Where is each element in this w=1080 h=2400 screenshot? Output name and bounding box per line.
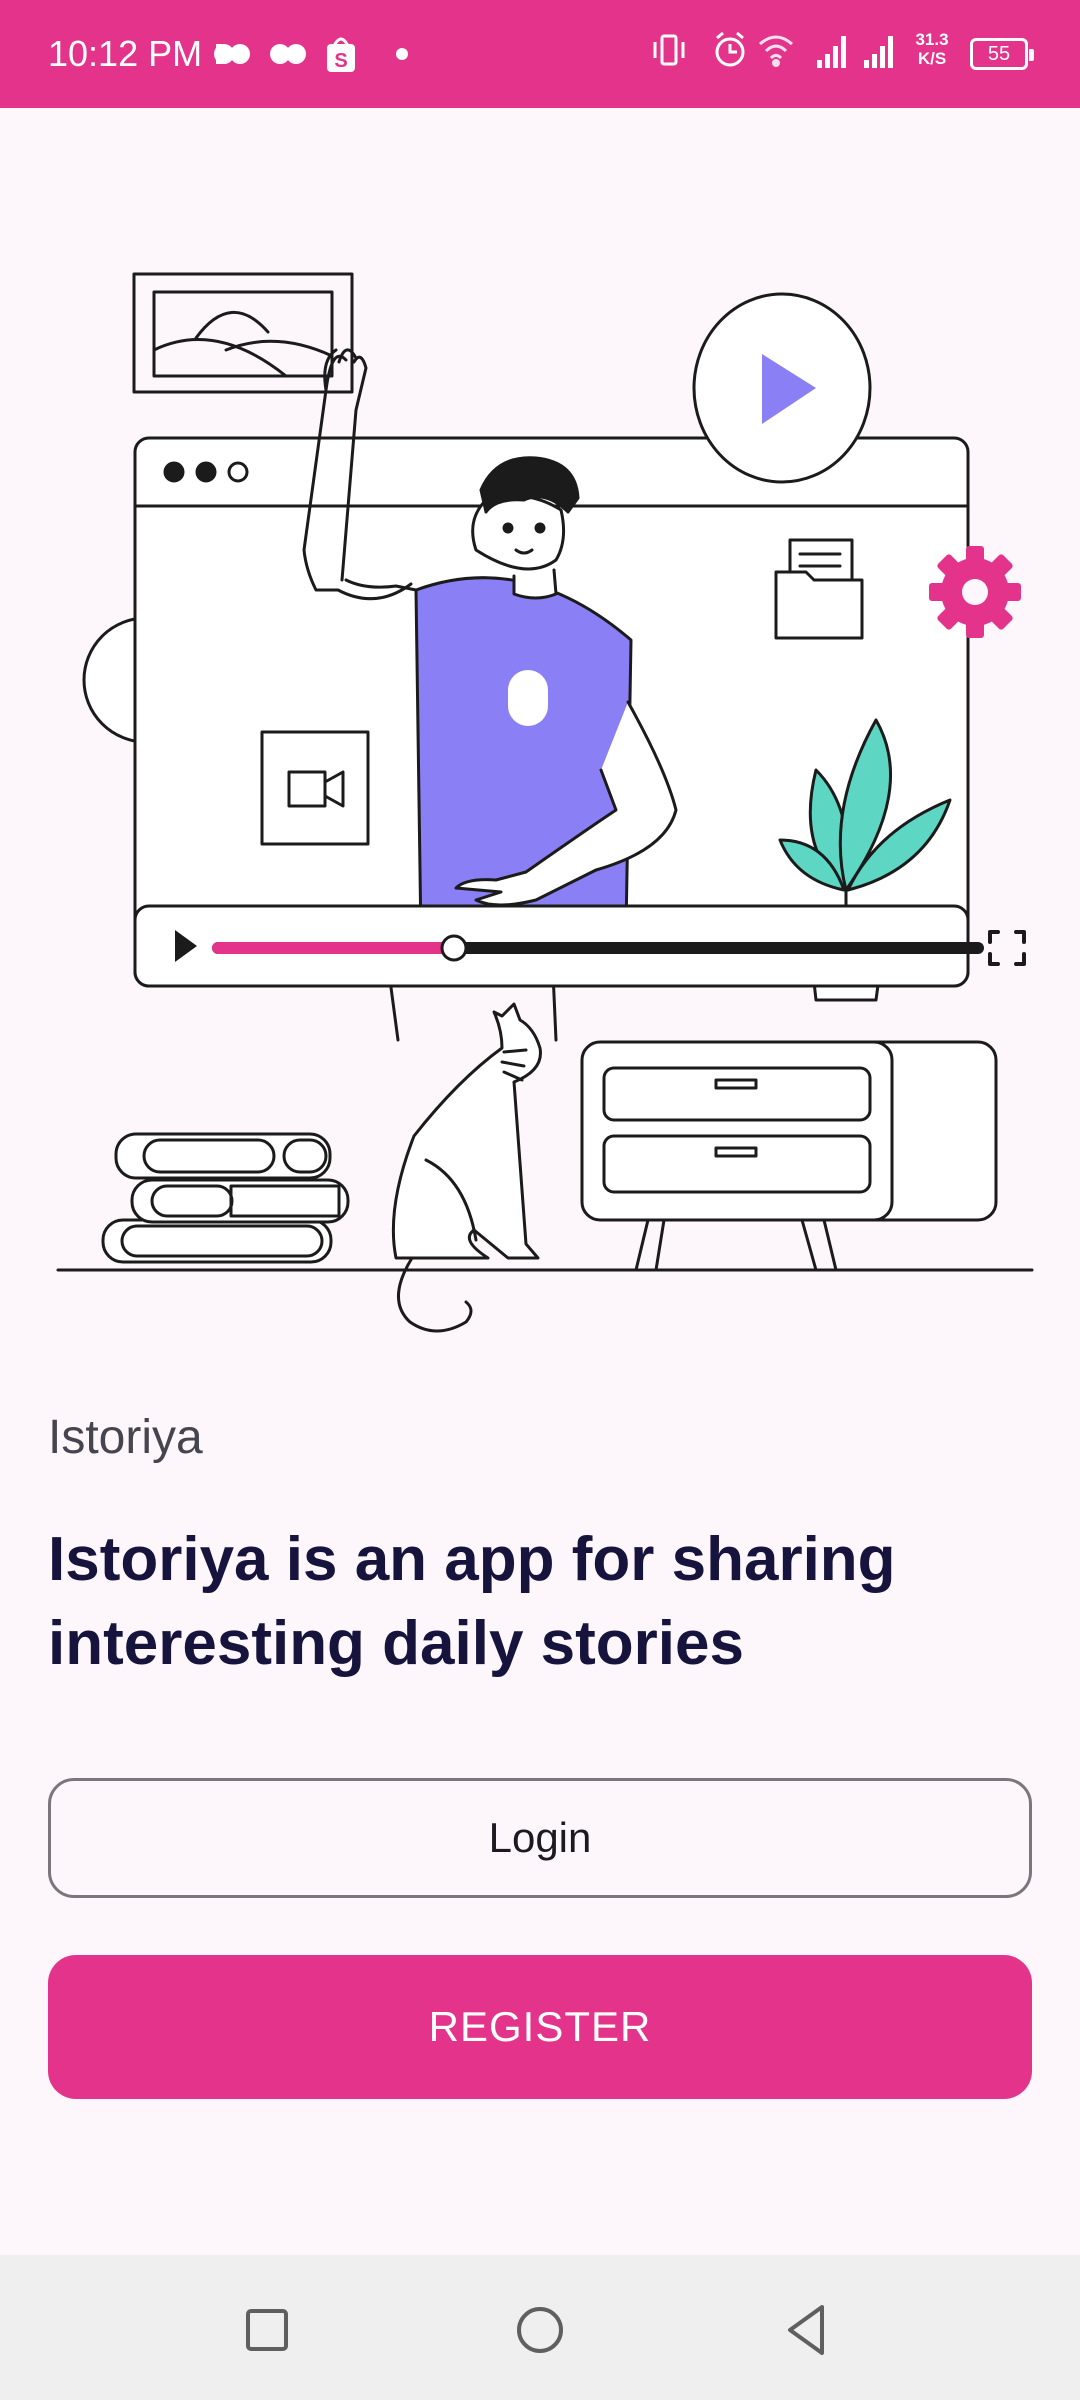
back-icon[interactable] xyxy=(772,2295,842,2365)
shop-icon: S xyxy=(327,37,355,72)
video-camera-icon xyxy=(260,730,370,846)
cabinet-icon xyxy=(580,1040,998,1272)
login-button[interactable]: Login xyxy=(48,1778,1032,1898)
books-icon xyxy=(101,1132,350,1264)
status-notification-icons: S xyxy=(214,37,408,72)
register-button[interactable]: REGISTER xyxy=(48,1955,1032,2099)
signal-icon xyxy=(864,36,893,68)
app-name: Istoriya xyxy=(48,1411,203,1464)
cat-icon xyxy=(391,1002,542,1333)
dot-icon xyxy=(396,48,408,60)
status-time: 10:12 PM xyxy=(48,33,203,74)
wifi-icon xyxy=(759,35,793,67)
signal-icon xyxy=(817,36,846,68)
recents-icon[interactable] xyxy=(232,2295,302,2365)
network-speed-value: 31.3 xyxy=(915,30,949,49)
message-icon xyxy=(270,44,306,64)
status-system-icons xyxy=(653,31,893,68)
hero-illustration xyxy=(56,272,1034,1333)
network-speed-unit: K/S xyxy=(917,49,947,68)
battery-icon: 55 xyxy=(970,38,1034,70)
vibrate-icon xyxy=(653,34,685,66)
navigation-bar xyxy=(0,2255,1080,2400)
home-icon[interactable] xyxy=(505,2295,575,2365)
play-bubble-icon xyxy=(692,292,872,484)
fullscreen-icon xyxy=(988,930,1026,966)
network-speed: 31.3 K/S xyxy=(906,30,958,68)
gear-icon xyxy=(929,546,1021,638)
headline: Istoriya is an app for sharing interesti… xyxy=(48,1525,896,1678)
picture-frame-icon xyxy=(132,272,354,394)
battery-level: 55 xyxy=(987,43,1011,65)
message-icon xyxy=(214,44,250,64)
svg-text:S: S xyxy=(334,50,347,72)
alarm-icon xyxy=(715,31,745,67)
status-bar: 10:12 PM S 31.3 K/S 55 xyxy=(0,0,1080,108)
progress-thumb xyxy=(440,934,468,962)
folder-icon xyxy=(774,538,864,640)
